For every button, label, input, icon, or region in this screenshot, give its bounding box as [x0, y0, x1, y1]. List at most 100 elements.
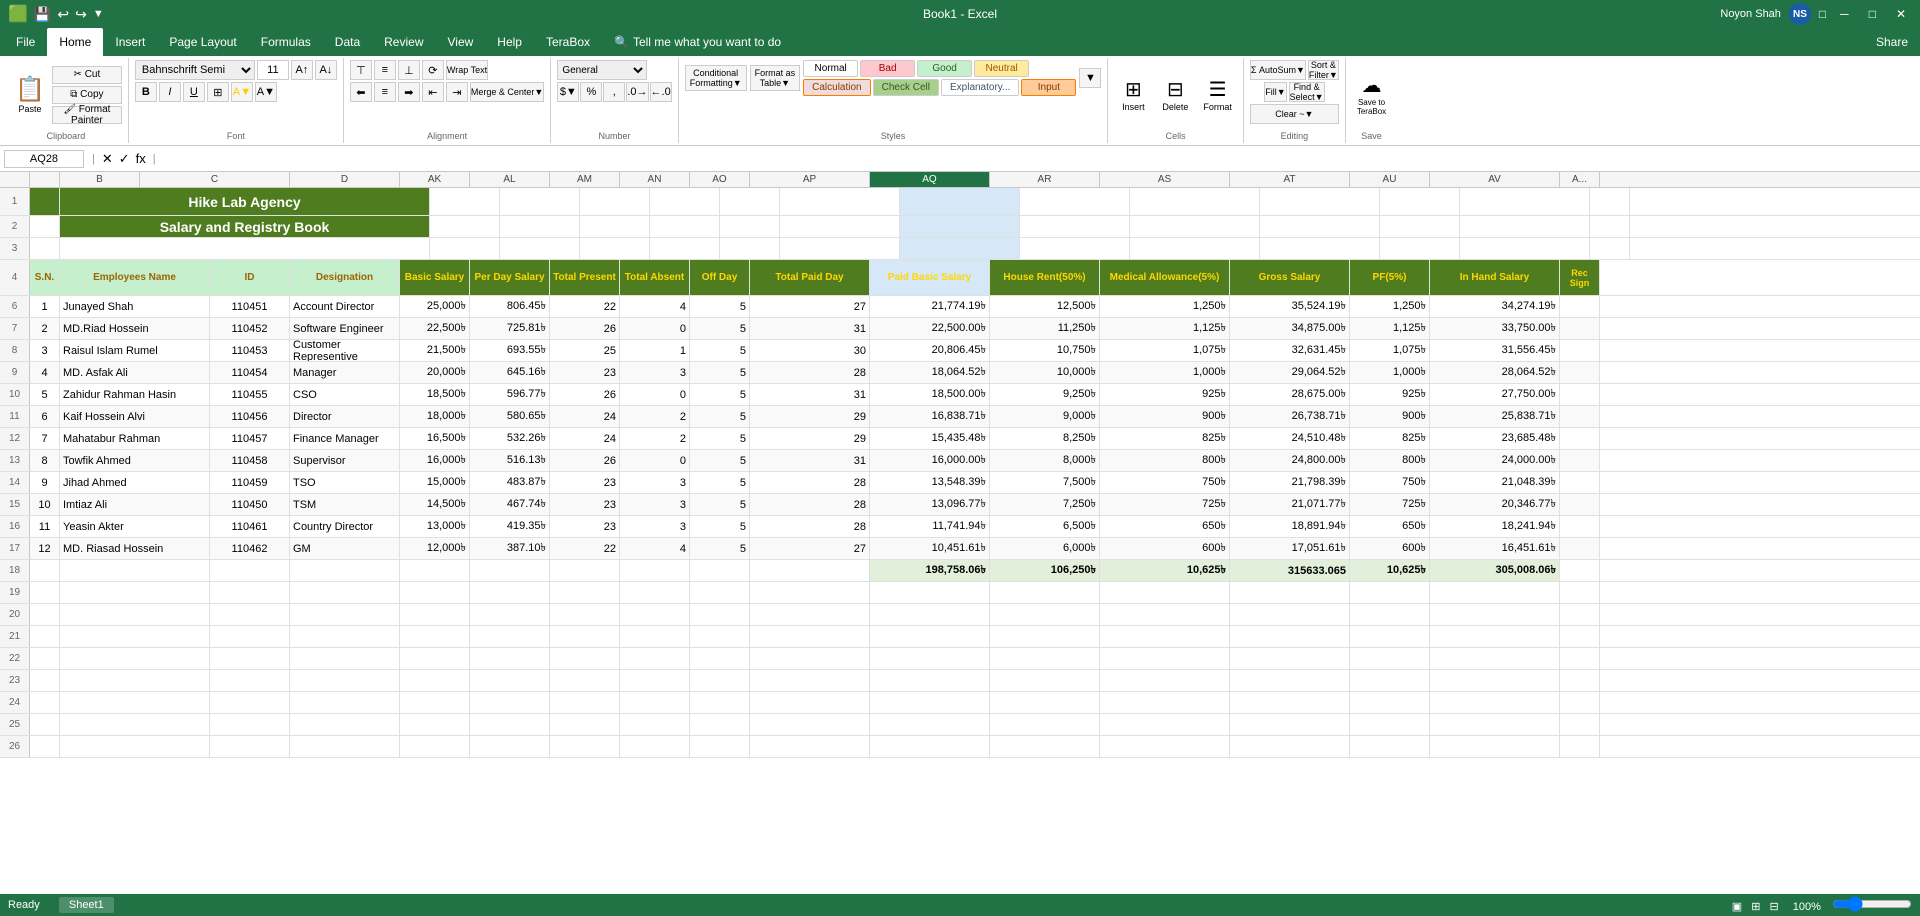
zoom-slider[interactable] — [1832, 898, 1912, 910]
decrease-decimal-button[interactable]: ←.0 — [650, 82, 672, 102]
cell-perday-16[interactable]: 419.35৳ — [470, 516, 550, 537]
style-explanatory[interactable]: Explanatory... — [941, 79, 1019, 96]
cell-pf-15[interactable]: 725৳ — [1350, 494, 1430, 515]
increase-font-button[interactable]: A↑ — [291, 60, 313, 80]
cell-basic-7[interactable]: 22,500৳ — [400, 318, 470, 339]
minimize-button[interactable]: ─ — [1834, 7, 1855, 21]
cell-gross-8[interactable]: 32,631.45৳ — [1230, 340, 1350, 361]
cell-totalpaidday-17[interactable]: 27 — [750, 538, 870, 559]
cell-pf-12[interactable]: 825৳ — [1350, 428, 1430, 449]
cell-houserent-17[interactable]: 6,000৳ — [990, 538, 1100, 559]
save-to-terabox-button[interactable]: ☁ Save toTeraBox — [1352, 65, 1391, 125]
cell-medical-7[interactable]: 1,125৳ — [1100, 318, 1230, 339]
total-house-rent[interactable]: 106,250৳ — [990, 560, 1100, 581]
currency-button[interactable]: $▼ — [557, 82, 579, 102]
cell-recsign-11[interactable] — [1560, 406, 1600, 427]
fill-color-button[interactable]: A▼ — [231, 82, 253, 102]
quick-access-save[interactable]: 💾 — [34, 6, 51, 23]
delete-button[interactable]: ⊟ Delete — [1156, 65, 1194, 125]
cell-name-12[interactable]: Mahatabur Rahman — [60, 428, 210, 449]
cell-totalpaidday-8[interactable]: 30 — [750, 340, 870, 361]
ribbon-display-toggle[interactable]: □ — [1819, 7, 1826, 21]
cell-absent-15[interactable]: 3 — [620, 494, 690, 515]
cell-absent-9[interactable]: 3 — [620, 362, 690, 383]
cell-houserent-7[interactable]: 11,250৳ — [990, 318, 1100, 339]
cell-houserent-16[interactable]: 6,500৳ — [990, 516, 1100, 537]
cell-aq1[interactable] — [900, 188, 1020, 215]
formula-input[interactable] — [160, 153, 1920, 165]
cell-title-1[interactable]: Hike Lab Agency — [60, 188, 430, 215]
col-header-d[interactable]: D — [290, 172, 400, 187]
cell-offday-8[interactable]: 5 — [690, 340, 750, 361]
cell-title-2[interactable]: Salary and Registry Book — [60, 216, 430, 237]
cell-houserent-9[interactable]: 10,000৳ — [990, 362, 1100, 383]
header-house-rent[interactable]: House Rent(50%) — [990, 260, 1100, 295]
header-total-absent[interactable]: Total Absent — [620, 260, 690, 295]
cell-recsign-12[interactable] — [1560, 428, 1600, 449]
cell-pf-7[interactable]: 1,125৳ — [1350, 318, 1430, 339]
cell-absent-13[interactable]: 0 — [620, 450, 690, 471]
cell-recsign-8[interactable] — [1560, 340, 1600, 361]
align-bottom-button[interactable]: ⊥ — [398, 60, 420, 80]
close-button[interactable]: ✕ — [1890, 7, 1912, 21]
cell-designation-15[interactable]: TSM — [290, 494, 400, 515]
cell-recsign-13[interactable] — [1560, 450, 1600, 471]
tab-help[interactable]: Help — [485, 28, 534, 56]
cell-a1[interactable] — [30, 188, 60, 215]
cell-aw1[interactable] — [1590, 188, 1630, 215]
col-header-am[interactable]: AM — [550, 172, 620, 187]
cell-name-11[interactable]: Kaif Hossein Alvi — [60, 406, 210, 427]
cell-perday-6[interactable]: 806.45৳ — [470, 296, 550, 317]
tab-page-layout[interactable]: Page Layout — [157, 28, 248, 56]
tab-file[interactable]: File — [4, 28, 47, 56]
cell-totalpaidday-13[interactable]: 31 — [750, 450, 870, 471]
insert-button[interactable]: ⊞ Insert — [1114, 65, 1152, 125]
sheet-tab-sheet1[interactable]: Sheet1 — [59, 897, 114, 913]
cell-perday-7[interactable]: 725.81৳ — [470, 318, 550, 339]
header-total-paid-day[interactable]: Total Paid Day — [750, 260, 870, 295]
cell-houserent-8[interactable]: 10,750৳ — [990, 340, 1100, 361]
cell-houserent-6[interactable]: 12,500৳ — [990, 296, 1100, 317]
align-top-button[interactable]: ⊤ — [350, 60, 372, 80]
cell-name-14[interactable]: Jihad Ahmed — [60, 472, 210, 493]
cell-id-11[interactable]: 110456 — [210, 406, 290, 427]
header-designation[interactable]: Designation — [290, 260, 400, 295]
cell-houserent-11[interactable]: 9,000৳ — [990, 406, 1100, 427]
cell-inhand-14[interactable]: 21,048.39৳ — [1430, 472, 1560, 493]
cell-id-13[interactable]: 110458 — [210, 450, 290, 471]
cell-absent-6[interactable]: 4 — [620, 296, 690, 317]
cell-gross-15[interactable]: 21,071.77৳ — [1230, 494, 1350, 515]
cell-id-10[interactable]: 110455 — [210, 384, 290, 405]
tab-tell-me[interactable]: 🔍 Tell me what you want to do — [602, 28, 793, 56]
cell-totalpaidday-11[interactable]: 29 — [750, 406, 870, 427]
header-per-day-salary[interactable]: Per Day Salary — [470, 260, 550, 295]
header-gross-salary[interactable]: Gross Salary — [1230, 260, 1350, 295]
cell-pf-17[interactable]: 600৳ — [1350, 538, 1430, 559]
cell-present-13[interactable]: 26 — [550, 450, 620, 471]
col-header-ar[interactable]: AR — [990, 172, 1100, 187]
styles-more-button[interactable]: ▼ — [1079, 68, 1101, 88]
increase-decimal-button[interactable]: .0→ — [626, 82, 648, 102]
header-off-day[interactable]: Off Day — [690, 260, 750, 295]
cell-id-17[interactable]: 110462 — [210, 538, 290, 559]
cell-recsign-16[interactable] — [1560, 516, 1600, 537]
cancel-formula-icon[interactable]: ✕ — [102, 151, 113, 167]
cell-paidbasic-8[interactable]: 20,806.45৳ — [870, 340, 990, 361]
cell-paidbasic-13[interactable]: 16,000.00৳ — [870, 450, 990, 471]
cell-houserent-13[interactable]: 8,000৳ — [990, 450, 1100, 471]
cell-medical-6[interactable]: 1,250৳ — [1100, 296, 1230, 317]
cell-at1[interactable] — [1260, 188, 1380, 215]
merge-center-button[interactable]: Merge & Center▼ — [470, 82, 544, 102]
cell-medical-10[interactable]: 925৳ — [1100, 384, 1230, 405]
header-total-present[interactable]: Total Present — [550, 260, 620, 295]
cell-inhand-10[interactable]: 27,750.00৳ — [1430, 384, 1560, 405]
cell-inhand-6[interactable]: 34,274.19৳ — [1430, 296, 1560, 317]
cell-recsign-17[interactable] — [1560, 538, 1600, 559]
col-header-av[interactable]: AV — [1430, 172, 1560, 187]
fill-button[interactable]: Fill▼ — [1264, 82, 1286, 102]
cell-sn-12[interactable]: 7 — [30, 428, 60, 449]
cell-perday-10[interactable]: 596.77৳ — [470, 384, 550, 405]
cell-id-16[interactable]: 110461 — [210, 516, 290, 537]
cell-pf-16[interactable]: 650৳ — [1350, 516, 1430, 537]
cell-absent-16[interactable]: 3 — [620, 516, 690, 537]
